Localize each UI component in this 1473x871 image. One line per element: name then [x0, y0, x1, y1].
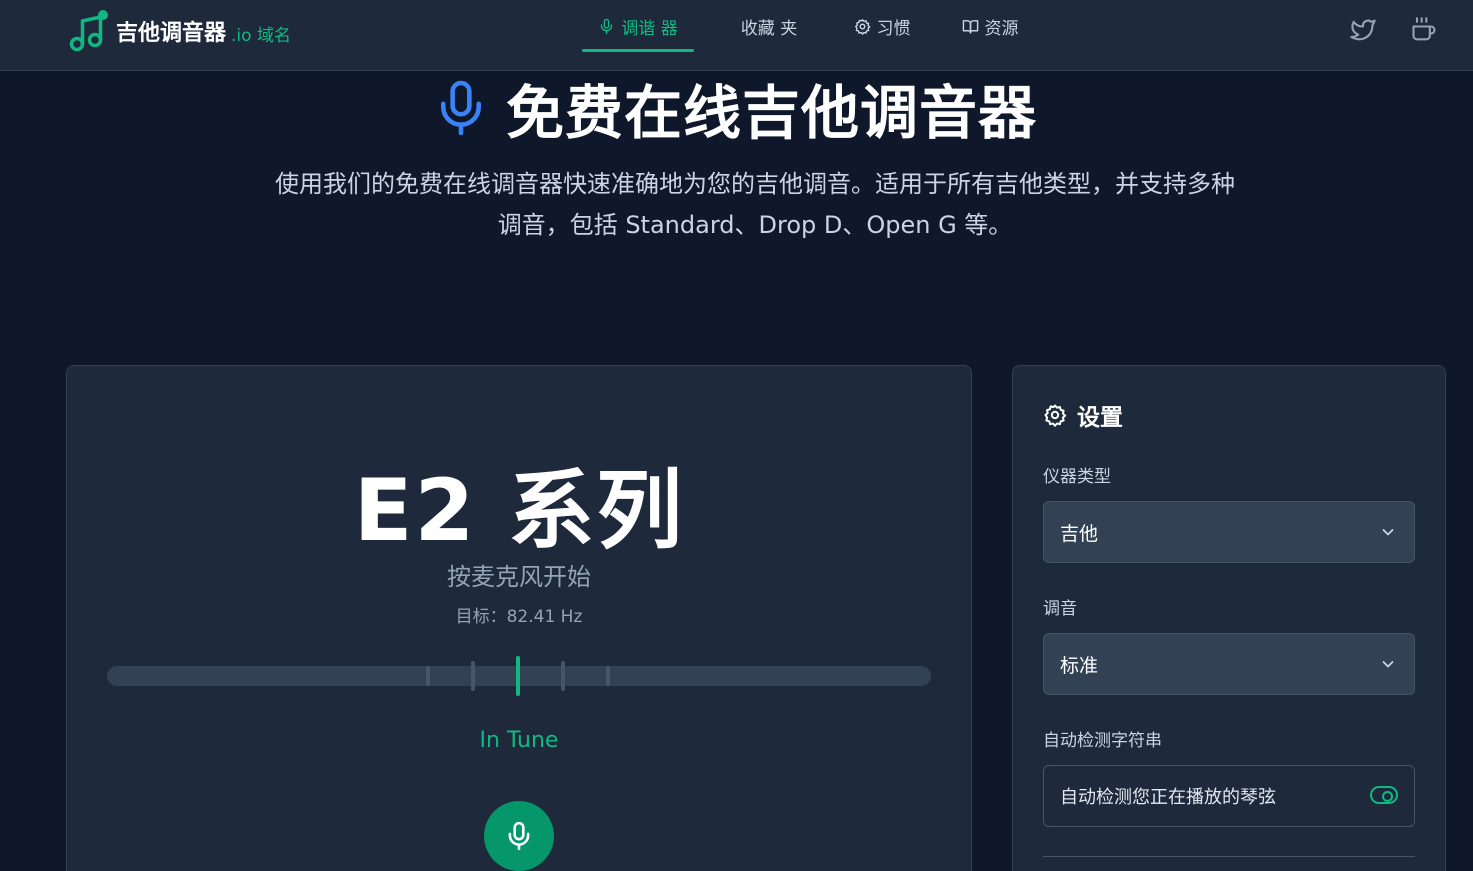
main-nav: 调谐 器 收藏 夹 习惯 资源: [582, 0, 1030, 71]
tuning-label: 调音: [1043, 599, 1077, 619]
page-description: 使用我们的免费在线调音器快速准确地为您的吉他调音。适用于所有吉他类型，并支持多种…: [275, 170, 1235, 239]
microphone-icon: [440, 80, 481, 136]
gear-icon: [854, 18, 870, 35]
nav-label-tuner: 调谐 器: [621, 18, 678, 39]
divider: [1043, 856, 1415, 857]
chevron-down-icon: [1382, 529, 1394, 536]
logo-suffix: .io 域名: [231, 25, 291, 46]
nav-item-resources[interactable]: 资源: [950, 0, 1030, 52]
meter-tick: [606, 666, 610, 686]
tuning-meter: [107, 656, 931, 696]
gear-icon: [1044, 404, 1067, 427]
start-microphone-button[interactable]: [484, 801, 554, 871]
book-icon: [962, 19, 978, 34]
detected-note: E2 系列: [353, 461, 685, 561]
meter-tick: [426, 666, 430, 686]
page-title: 免费在线吉他调音器: [505, 79, 1037, 147]
nav-label-resources: 资源: [984, 18, 1019, 39]
microphone-icon: [508, 821, 530, 851]
meter-tick: [561, 661, 565, 691]
nav-item-tuner[interactable]: 调谐 器: [582, 0, 694, 52]
nav-label-habits: 习惯: [876, 18, 911, 39]
twitter-icon[interactable]: [1349, 16, 1377, 44]
tuning-status: In Tune: [479, 728, 559, 753]
chevron-down-icon: [1382, 661, 1394, 668]
microphone-icon: [601, 18, 613, 34]
logo[interactable]: 吉他调音器 .io 域名: [68, 6, 291, 56]
instrument-type-label: 仪器类型: [1043, 467, 1111, 487]
instrument-type-select[interactable]: 吉他: [1043, 501, 1415, 563]
tuning-select[interactable]: 标准: [1043, 633, 1415, 695]
top-navigation-bar: 吉他调音器 .io 域名 调谐 器 收藏 夹 习惯 资源: [0, 0, 1473, 71]
settings-heading: 设置: [1043, 398, 1123, 432]
nav-item-favorites[interactable]: 收藏 夹: [722, 0, 816, 52]
music-note-icon: [69, 10, 108, 52]
meter-tick: [471, 661, 475, 691]
auto-detect-label: 自动检测字符串: [1043, 731, 1162, 751]
tuning-needle: [516, 656, 520, 696]
nav-label-favorites: 收藏 夹: [740, 18, 798, 39]
instrument-type-value: 吉他: [1060, 522, 1099, 545]
logo-title: 吉他调音器: [116, 21, 227, 46]
coffee-icon[interactable]: [1410, 16, 1438, 44]
tuning-value: 标准: [1060, 654, 1099, 677]
auto-detect-row: 自动检测您正在播放的琴弦: [1043, 765, 1415, 827]
settings-title: 设置: [1077, 405, 1123, 431]
target-frequency: 目标：82.41 Hz: [455, 607, 583, 627]
start-hint: 按麦克风开始: [447, 563, 591, 591]
nav-item-habits[interactable]: 习惯: [842, 0, 922, 52]
hero-heading: 免费在线吉他调音器: [0, 72, 1473, 147]
auto-detect-toggle[interactable]: [1370, 786, 1398, 804]
auto-detect-text: 自动检测您正在播放的琴弦: [1060, 787, 1276, 808]
